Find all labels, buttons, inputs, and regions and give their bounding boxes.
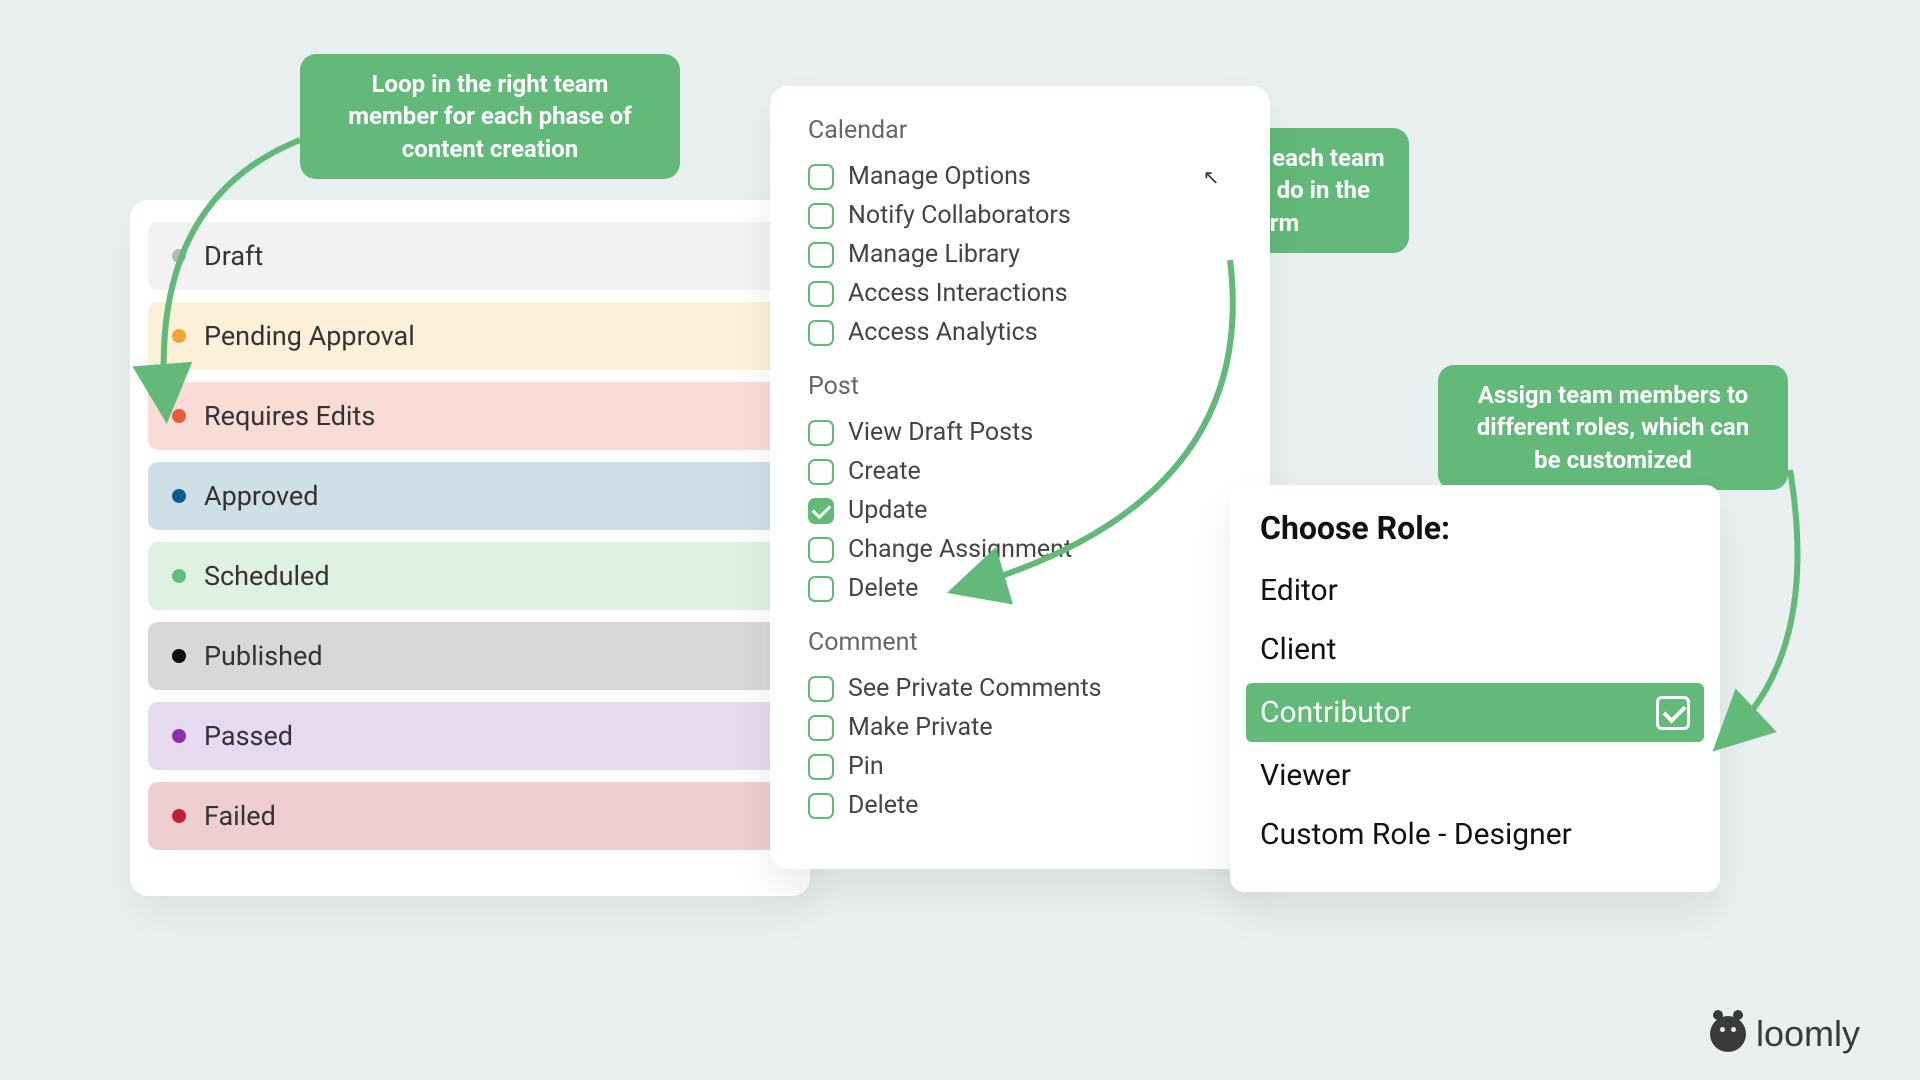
callout-right: Assign team members to different roles, …: [1438, 365, 1788, 490]
status-row-label: Draft: [204, 240, 263, 272]
permission-checkbox[interactable]: [808, 242, 834, 268]
permission-item: Notify Collaborators: [808, 196, 1232, 235]
permission-checkbox[interactable]: [808, 793, 834, 819]
status-row-label: Scheduled: [204, 560, 330, 592]
status-dot-icon: [172, 729, 186, 743]
permission-label: Access Analytics: [848, 318, 1038, 347]
permission-checkbox[interactable]: [808, 320, 834, 346]
status-dot-icon: [172, 809, 186, 823]
permission-checkbox[interactable]: [808, 203, 834, 229]
permission-checkbox[interactable]: [808, 537, 834, 563]
role-item-client[interactable]: Client: [1246, 620, 1704, 679]
permission-checkbox[interactable]: [808, 459, 834, 485]
role-item-editor[interactable]: Editor: [1246, 561, 1704, 620]
permission-label: Create: [848, 457, 921, 486]
role-item-label: Client: [1260, 632, 1336, 667]
role-item-custom-role-designer[interactable]: Custom Role - Designer: [1246, 805, 1704, 864]
permission-checkbox[interactable]: [808, 715, 834, 741]
status-dot-icon: [172, 489, 186, 503]
permissions-section-calendar: Calendar: [808, 116, 1232, 145]
brand-logo: loomly: [1710, 1013, 1860, 1055]
permission-item: Make Private: [808, 708, 1232, 747]
permission-item: Access Interactions: [808, 274, 1232, 313]
status-row-approved[interactable]: Approved: [148, 462, 792, 530]
status-row-label: Approved: [204, 480, 318, 512]
role-item-label: Contributor: [1260, 695, 1411, 730]
role-panel-title: Choose Role:: [1246, 509, 1704, 561]
status-row-label: Failed: [204, 800, 276, 832]
cursor-icon: ↖: [1203, 165, 1220, 189]
status-row-label: Passed: [204, 720, 293, 752]
permission-label: See Private Comments: [848, 674, 1102, 703]
status-row-passed[interactable]: Passed: [148, 702, 792, 770]
role-panel: Choose Role: Editor Client Contributor View…: [1230, 485, 1720, 892]
permissions-section-comment: Comment: [808, 628, 1232, 657]
permission-label: Manage Library: [848, 240, 1020, 269]
permission-item: Update: [808, 491, 1232, 530]
status-row-pending-approval[interactable]: Pending Approval: [148, 302, 792, 370]
status-dot-icon: [172, 649, 186, 663]
permission-label: Delete: [848, 791, 918, 820]
permissions-panel: Calendar Manage Options↖ Notify Collaborat…: [770, 86, 1270, 869]
permission-label: Access Interactions: [848, 279, 1068, 308]
callout-left: Loop in the right team member for each p…: [300, 54, 680, 179]
status-dot-icon: [172, 569, 186, 583]
permission-label: Notify Collaborators: [848, 201, 1071, 230]
permission-item: Delete: [808, 569, 1232, 608]
brand-logo-text: loomly: [1756, 1013, 1860, 1055]
status-row-draft[interactable]: Draft: [148, 222, 792, 290]
permission-item: View Draft Posts: [808, 413, 1232, 452]
permission-label: Update: [848, 496, 927, 525]
status-row-label: Requires Edits: [204, 400, 375, 432]
status-panel: Draft Pending Approval Requires Edits Appro…: [130, 200, 810, 896]
role-item-label: Editor: [1260, 573, 1338, 608]
checkmark-icon: [1656, 696, 1690, 730]
status-dot-icon: [172, 409, 186, 423]
status-row-published[interactable]: Published: [148, 622, 792, 690]
permission-checkbox[interactable]: [808, 754, 834, 780]
permission-item: Delete: [808, 786, 1232, 825]
status-dot-icon: [172, 249, 186, 263]
role-item-label: Viewer: [1260, 758, 1351, 793]
permission-item: See Private Comments: [808, 669, 1232, 708]
status-row-requires-edits[interactable]: Requires Edits: [148, 382, 792, 450]
status-row-scheduled[interactable]: Scheduled: [148, 542, 792, 610]
permission-label: View Draft Posts: [848, 418, 1033, 447]
permission-item: Access Analytics: [808, 313, 1232, 352]
permission-label: Pin: [848, 752, 884, 781]
permission-checkbox[interactable]: [808, 281, 834, 307]
permission-item: Manage Options↖: [808, 157, 1232, 196]
permission-item: Change Assignment: [808, 530, 1232, 569]
permission-checkbox[interactable]: [808, 576, 834, 602]
role-item-contributor[interactable]: Contributor: [1246, 683, 1704, 742]
permission-item: Manage Library: [808, 235, 1232, 274]
permission-checkbox[interactable]: [808, 676, 834, 702]
status-dot-icon: [172, 329, 186, 343]
permission-label: Change Assignment: [848, 535, 1072, 564]
permissions-section-post: Post: [808, 372, 1232, 401]
permission-item: Create: [808, 452, 1232, 491]
role-item-viewer[interactable]: Viewer: [1246, 746, 1704, 805]
status-row-label: Pending Approval: [204, 320, 415, 352]
status-row-failed[interactable]: Failed: [148, 782, 792, 850]
permission-label: Manage Options↖: [848, 162, 1031, 191]
status-row-label: Published: [204, 640, 323, 672]
permission-item: Pin: [808, 747, 1232, 786]
permission-checkbox[interactable]: [808, 164, 834, 190]
permission-checkbox[interactable]: [808, 498, 834, 524]
permission-checkbox[interactable]: [808, 420, 834, 446]
role-item-label: Custom Role - Designer: [1260, 817, 1572, 852]
permission-label: Delete: [848, 574, 918, 603]
permission-label: Make Private: [848, 713, 993, 742]
brand-logo-icon: [1710, 1016, 1746, 1052]
